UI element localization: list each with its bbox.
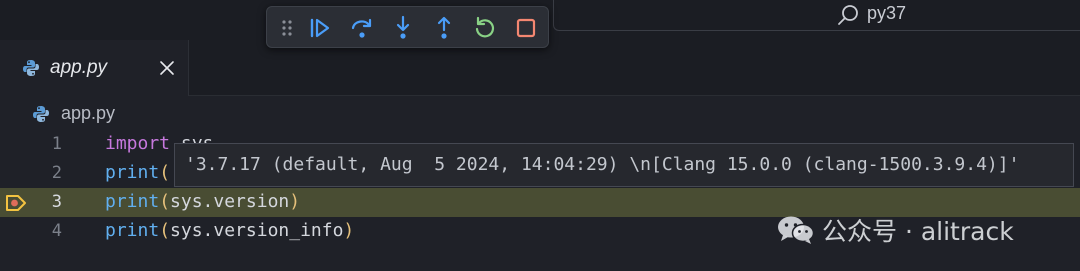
- continue-icon: [310, 18, 330, 38]
- step-over-button[interactable]: [349, 15, 375, 41]
- step-out-icon: [437, 16, 451, 39]
- breakpoint-current-icon[interactable]: [5, 194, 27, 216]
- step-into-button[interactable]: [390, 15, 416, 41]
- watermark-text: 公众号 · alitrack: [822, 217, 1014, 246]
- code-token: print: [105, 162, 160, 183]
- python-icon: [22, 59, 40, 81]
- command-center-label: py37: [867, 3, 907, 23]
- tab-label: app.py: [50, 57, 108, 78]
- search-icon: [836, 3, 860, 31]
- debug-hover-tooltip: '3.7.17 (default, Aug 5 2024, 14:04:29) …: [174, 143, 1074, 187]
- code-token: print: [105, 191, 160, 212]
- code-token: ): [289, 191, 301, 212]
- stop-button[interactable]: [513, 15, 539, 41]
- code-token: sys.version: [170, 191, 290, 212]
- debug-toolbar: [266, 6, 549, 48]
- drag-handle-icon[interactable]: [279, 15, 295, 41]
- code-text: print(: [105, 162, 170, 183]
- line-number: 2: [51, 163, 62, 183]
- code-token: (: [159, 191, 171, 212]
- continue-button[interactable]: [307, 15, 333, 41]
- code-token: ): [343, 220, 355, 241]
- command-center[interactable]: py37: [553, 0, 1080, 31]
- code-token: import: [105, 133, 171, 154]
- code-token: print: [105, 220, 160, 241]
- step-out-button[interactable]: [431, 15, 457, 41]
- breadcrumb-label: app.py: [61, 103, 116, 123]
- wechat-icon: [776, 215, 816, 249]
- close-icon[interactable]: [158, 59, 176, 81]
- code-token: (: [159, 220, 171, 241]
- code-text: print(sys.version): [105, 191, 300, 212]
- code-token: sys.version_info: [170, 220, 344, 241]
- line-number: 4: [51, 221, 62, 241]
- tab-app-py[interactable]: app.py: [0, 40, 189, 96]
- code-text: print(sys.version_info): [105, 220, 354, 241]
- python-icon: [32, 105, 50, 127]
- watermark: 公众号 · alitrack: [776, 212, 1056, 248]
- line-number: 1: [51, 134, 62, 154]
- restart-icon: [475, 16, 495, 38]
- restart-button[interactable]: [472, 15, 498, 41]
- tab-bar: app.py: [0, 40, 1080, 96]
- code-token: (: [159, 162, 171, 183]
- step-over-icon: [351, 18, 372, 38]
- stop-icon: [516, 18, 536, 38]
- line-number: 3: [51, 192, 62, 212]
- breadcrumb[interactable]: app.py: [0, 100, 300, 130]
- step-into-icon: [396, 15, 410, 39]
